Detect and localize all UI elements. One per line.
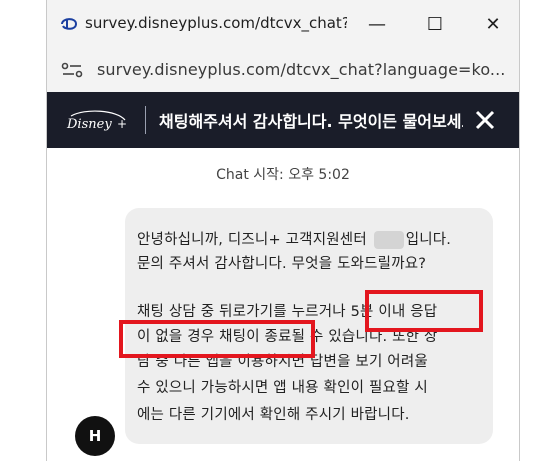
header-divider — [145, 106, 146, 134]
maximize-button[interactable]: ☐ — [417, 8, 453, 40]
highlight-box-chat-end — [119, 320, 315, 358]
message-line: 안녕하십니까, 디즈니+ 고객지원센터 입니다. — [137, 228, 451, 249]
message-text: 입니다. — [405, 232, 452, 248]
user-avatar: H — [75, 416, 115, 456]
message-line: 수 있으니 가능하시면 앱 내용 확인이 필요할 시 — [137, 380, 428, 396]
title-bar: survey.disneyplus.com/dtcvx_chat?lan... … — [47, 0, 519, 48]
message-line: 문의 주셔서 감사합니다. 무엇을 도와드릴까요? — [137, 256, 427, 272]
message-text: 안녕하십니까, 디즈니+ 고객지원센터 — [137, 232, 372, 248]
highlight-box-5min — [365, 290, 483, 332]
close-chat-icon[interactable] — [473, 108, 497, 132]
site-settings-icon[interactable] — [61, 61, 83, 79]
address-bar: survey.disneyplus.com/dtcvx_chat?languag… — [47, 48, 519, 92]
chat-header-title: 채팅해주셔서 감사합니다. 무엇이든 물어보세요 — [159, 112, 463, 131]
close-window-button[interactable]: ✕ — [475, 8, 511, 40]
window-title: survey.disneyplus.com/dtcvx_chat?lan... — [85, 14, 347, 32]
disney-plus-logo-icon: Disney + — [66, 110, 127, 132]
disney-plus-favicon-icon — [61, 18, 78, 30]
minimize-button[interactable]: — — [359, 8, 395, 40]
redacted-agent-name — [373, 231, 404, 249]
chat-start-time: Chat 시작: 오후 5:02 — [216, 167, 350, 183]
svg-text:Disney: Disney — [66, 117, 112, 132]
browser-popup-window: survey.disneyplus.com/dtcvx_chat?lan... … — [46, 0, 520, 461]
chat-header: Disney + 채팅해주셔서 감사합니다. 무엇이든 물어보세요 — [47, 92, 519, 148]
url-text[interactable]: survey.disneyplus.com/dtcvx_chat?languag… — [97, 60, 507, 79]
message-line: 에는 다른 기기에서 확인해 주시기 바랍니다. — [137, 407, 410, 423]
svg-text:+: + — [117, 117, 127, 131]
